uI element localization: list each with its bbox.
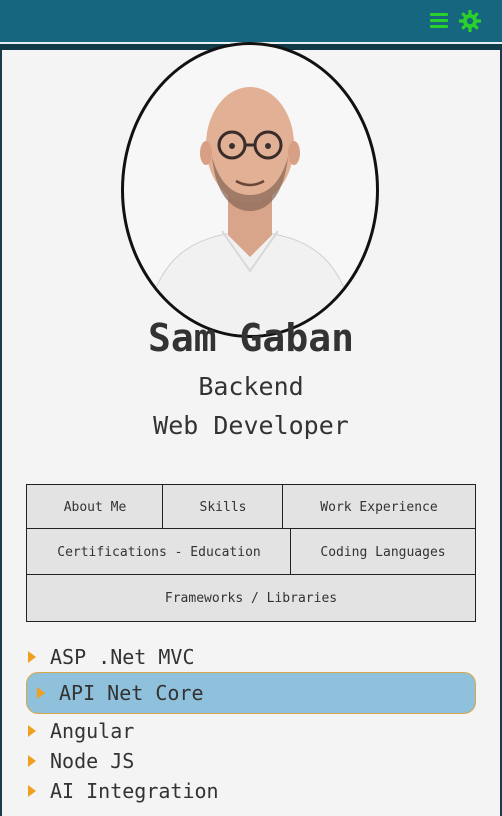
tab-skills[interactable]: Skills <box>162 484 284 530</box>
tab-frameworks-libraries[interactable]: Frameworks / Libraries <box>26 574 476 622</box>
gear-icon[interactable] <box>458 9 482 33</box>
bullet-arrow-icon <box>37 687 45 699</box>
tab-coding-languages[interactable]: Coding Languages <box>290 528 476 576</box>
bullet-arrow-icon <box>28 725 36 737</box>
tab-work-experience[interactable]: Work Experience <box>282 484 476 530</box>
tab-certifications-education[interactable]: Certifications - Education <box>26 528 292 576</box>
tab-about-me[interactable]: About Me <box>26 484 164 530</box>
list-item-node-js[interactable]: Node JS <box>26 746 134 776</box>
list-item-ai-integration[interactable]: AI Integration <box>26 776 219 806</box>
profile-panel: Sam Gaban Backend Web Developer About Me… <box>2 42 500 816</box>
profile-role-line-2: Web Developer <box>153 411 349 440</box>
top-navbar <box>0 0 502 44</box>
profile-role-line-1: Backend <box>198 372 304 401</box>
menu-icon[interactable] <box>430 13 448 29</box>
avatar <box>121 42 379 338</box>
profile-name: Sam Gaban <box>148 316 354 360</box>
bullet-arrow-icon <box>28 651 36 663</box>
list-item-api-net-core[interactable]: API Net Core <box>26 672 476 714</box>
bullet-arrow-icon <box>28 785 36 797</box>
bullet-arrow-icon <box>28 755 36 767</box>
list-item-asp-net-mvc[interactable]: ASP .Net MVC <box>26 642 195 672</box>
list-item-angular[interactable]: Angular <box>26 716 134 746</box>
